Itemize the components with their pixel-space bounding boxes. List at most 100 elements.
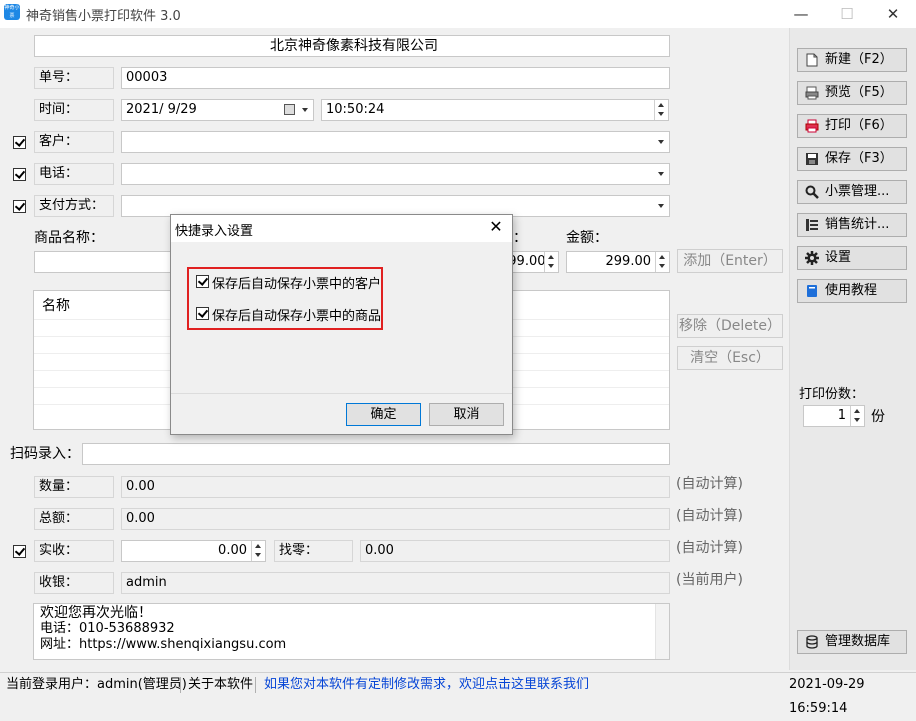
save-button[interactable]: 保存（F3） [797, 147, 907, 171]
database-management-button[interactable]: 管理数据库 [797, 630, 907, 654]
auto-save-customer-checkbox[interactable] [196, 275, 209, 288]
received-field[interactable]: 0.00 [121, 540, 266, 562]
payment-checkbox[interactable] [13, 200, 26, 213]
total-label: 总额： [34, 508, 114, 530]
received-value: 0.00 [218, 543, 247, 558]
print-button-label: 打印（F6） [825, 118, 893, 133]
save-icon [806, 153, 818, 165]
search-icon [805, 185, 819, 199]
cashier-label: 收银： [34, 572, 114, 594]
price-spinner[interactable] [544, 252, 558, 272]
footer-message-box[interactable]: 欢迎您再次光临！ 电话：010-53688932 网址：https://www.… [33, 603, 670, 660]
current-user-note: (当前用户) [676, 572, 743, 588]
amount-value: 299.00 [605, 254, 652, 269]
print-button[interactable]: 打印（F6） [797, 114, 907, 138]
list-header-name: 名称 [42, 298, 70, 314]
received-spinner[interactable] [251, 541, 265, 561]
print-copies-value: 1 [837, 408, 846, 423]
footer-line-1: 欢迎您再次光临！ [40, 605, 152, 621]
new-document-icon [806, 53, 818, 67]
time-spinner[interactable] [654, 100, 668, 120]
tutorial-button[interactable]: 使用教程 [797, 279, 907, 303]
amount-field[interactable]: 299.00 [566, 251, 670, 273]
scan-input[interactable] [82, 443, 670, 465]
remove-item-button[interactable]: 移除（Delete） [677, 314, 783, 338]
sales-statistics-label: 销售统计... [825, 217, 890, 232]
preview-button[interactable]: 预览（F5） [797, 81, 907, 105]
auto-calc-note: (自动计算) [676, 540, 743, 556]
time-picker[interactable]: 10:50:24 [321, 99, 669, 121]
change-label: 找零： [274, 540, 353, 562]
book-icon [807, 285, 817, 297]
app-icon: 神奇小票 [4, 4, 20, 20]
footer-line-2: 电话：010-53688932 [40, 621, 175, 636]
save-button-label: 保存（F3） [825, 151, 893, 166]
price-label: ： [513, 230, 527, 246]
clear-items-button[interactable]: 清空（Esc） [677, 346, 783, 370]
database-management-label: 管理数据库 [825, 634, 891, 649]
settings-button-label: 设置 [825, 250, 852, 265]
status-datetime: 2021-09-29 16:59:14 [789, 677, 865, 716]
chevron-down-icon[interactable] [302, 108, 308, 112]
print-copies-stepper[interactable]: 1 [803, 405, 865, 427]
new-button[interactable]: 新建（F2） [797, 48, 907, 72]
close-icon[interactable]: ✕ [870, 0, 916, 28]
database-icon [806, 635, 818, 649]
calendar-icon[interactable] [284, 104, 295, 115]
product-name-field[interactable] [34, 251, 174, 273]
product-name-label: 商品名称： [34, 230, 104, 246]
receipt-management-button[interactable]: 小票管理... [797, 180, 907, 204]
maximize-icon: ☐ [840, 5, 854, 23]
printer-icon [805, 119, 819, 133]
dialog-title-bar: 快捷录入设置 ✕ [171, 215, 512, 242]
cancel-button[interactable]: 取消 [429, 403, 504, 426]
chevron-down-icon[interactable] [658, 204, 664, 208]
chevron-down-icon[interactable] [658, 172, 664, 176]
customer-label: 客户： [34, 131, 114, 153]
date-picker[interactable]: 2021/ 9/29 [121, 99, 314, 121]
sales-statistics-button[interactable]: 销售统计... [797, 213, 907, 237]
quick-entry-settings-dialog: 快捷录入设置 ✕ 保存后自动保存小票中的客户 保存后自动保存小票中的商品 确定 … [170, 214, 513, 435]
new-button-label: 新建（F2） [825, 52, 893, 67]
gear-icon [805, 251, 819, 265]
total-field: 0.00 [121, 508, 670, 530]
receipt-number-label: 单号： [34, 67, 114, 89]
footer-line-3: 网址：https://www.shenqixiangsu.com [40, 637, 287, 652]
ok-button[interactable]: 确定 [346, 403, 421, 426]
scan-label: 扫码录入： [10, 446, 80, 462]
preview-icon [805, 86, 819, 100]
change-field: 0.00 [360, 540, 670, 562]
list-icon [806, 219, 818, 231]
phone-checkbox[interactable] [13, 168, 26, 181]
auto-save-product-checkbox[interactable] [196, 307, 209, 320]
amount-spinner[interactable] [655, 252, 669, 272]
add-item-button[interactable]: 添加（Enter） [677, 249, 783, 273]
chevron-down-icon[interactable] [658, 140, 664, 144]
phone-combo[interactable] [121, 163, 670, 185]
title-bar: 神奇小票 神奇销售小票打印软件 3.0 — ☐ ✕ [0, 0, 916, 28]
auto-save-product-label[interactable]: 保存后自动保存小票中的商品 [212, 305, 381, 324]
custom-development-link[interactable]: 如果您对本软件有定制修改需求，欢迎点击这里联系我们 [264, 673, 589, 697]
minimize-icon[interactable]: — [778, 0, 824, 28]
copies-unit: 份 [871, 409, 885, 425]
payment-label: 支付方式： [34, 195, 114, 217]
dialog-title: 快捷录入设置 [175, 224, 254, 239]
copies-spinner[interactable] [850, 406, 864, 426]
settings-button[interactable]: 设置 [797, 246, 907, 270]
auto-save-customer-label[interactable]: 保存后自动保存小票中的客户 [212, 273, 381, 292]
about-link[interactable]: 关于本软件 [188, 673, 253, 697]
close-icon[interactable]: ✕ [485, 217, 507, 236]
company-name-field[interactable]: 北京神奇像素科技有限公司 [34, 35, 670, 57]
scrollbar[interactable] [655, 604, 669, 659]
received-checkbox[interactable] [13, 545, 26, 558]
customer-combo[interactable] [121, 131, 670, 153]
time-label: 时间： [34, 99, 114, 121]
time-value: 10:50:24 [326, 102, 385, 117]
status-bar: 当前登录用户：admin(管理员) 关于本软件 如果您对本软件有定制修改需求，欢… [0, 672, 916, 716]
quantity-field: 0.00 [121, 476, 670, 498]
receipt-number-field[interactable]: 00003 [121, 67, 670, 89]
preview-button-label: 预览（F5） [825, 85, 893, 100]
customer-checkbox[interactable] [13, 136, 26, 149]
print-copies-label: 打印份数： [799, 387, 865, 402]
window-title: 神奇销售小票打印软件 3.0 [26, 9, 181, 24]
